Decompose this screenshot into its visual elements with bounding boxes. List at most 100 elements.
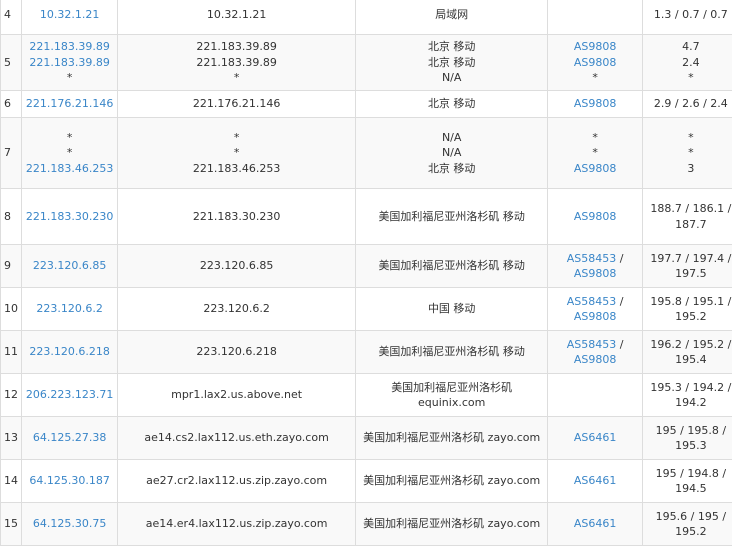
hop-number: 7 <box>4 146 11 159</box>
asn-line: AS9808 <box>548 309 641 325</box>
asn-cell: AS6461 <box>548 503 642 546</box>
hop-number: 11 <box>4 345 18 358</box>
location-cell: 局域网 <box>355 0 548 35</box>
ip-cell: 221.183.39.89221.183.39.89* <box>22 35 118 91</box>
rtt-value: 195.4 <box>643 352 732 368</box>
asn-link[interactable]: AS9808 <box>548 96 641 112</box>
hop-number-cell: 6 <box>1 91 22 118</box>
ip-link[interactable]: 10.32.1.21 <box>22 7 117 23</box>
rtt-value: * <box>643 70 732 86</box>
hop-number-cell: 11 <box>1 331 22 374</box>
hop-number: 4 <box>4 8 11 21</box>
rtt-value: 195.3 <box>643 438 732 454</box>
rtt-cell: 2.9 / 2.6 / 2.4 <box>642 91 732 118</box>
hostname-cell: 223.120.6.218 <box>118 331 356 374</box>
asn-cell: AS6461 <box>548 417 642 460</box>
ip-link[interactable]: 221.183.30.230 <box>22 209 117 225</box>
ip-link[interactable]: 223.120.6.2 <box>22 301 117 317</box>
hop-number-cell: 15 <box>1 503 22 546</box>
asn-cell <box>548 0 642 35</box>
asn-cell: AS9808 <box>548 91 642 118</box>
location: 美国加利福尼亚州洛杉矶 zayo.com <box>356 473 548 489</box>
asn-link[interactable]: AS9808 <box>574 353 617 366</box>
ip-link[interactable]: 64.125.30.187 <box>22 473 117 489</box>
hostname: 221.183.46.253 <box>118 161 355 177</box>
ip-link[interactable]: 206.223.123.71 <box>22 387 117 403</box>
ip-link[interactable]: 223.120.6.85 <box>22 258 117 274</box>
asn-link[interactable]: AS9808 <box>548 209 641 225</box>
location: 北京 移动 <box>356 55 548 71</box>
asn-link[interactable]: AS6461 <box>548 516 641 532</box>
hop-row: 12206.223.123.71mpr1.lax2.us.above.net美国… <box>1 374 732 417</box>
hostname: 223.120.6.2 <box>118 301 355 317</box>
asn-timeout: * <box>548 70 641 86</box>
asn-link[interactable]: AS58453 <box>567 295 617 308</box>
location: 局域网 <box>356 7 548 23</box>
hop-row: 1364.125.27.38ae14.cs2.lax112.us.eth.zay… <box>1 417 732 460</box>
ip-cell: 223.120.6.85 <box>22 245 118 288</box>
ip-link[interactable]: 64.125.30.75 <box>22 516 117 532</box>
asn-link[interactable]: AS9808 <box>548 55 641 71</box>
location-cell: 美国加利福尼亚州洛杉矶 移动 <box>355 189 548 245</box>
asn-link[interactable]: AS58453 <box>567 252 617 265</box>
hop-number-cell: 10 <box>1 288 22 331</box>
ip-cell: 221.176.21.146 <box>22 91 118 118</box>
ip-cell: 206.223.123.71 <box>22 374 118 417</box>
rtt-value: 2.4 <box>643 55 732 71</box>
location-cell: 美国加利福尼亚州洛杉矶 移动 <box>355 331 548 374</box>
asn-link[interactable]: AS6461 <box>548 430 641 446</box>
rtt-value: 195.2 <box>643 524 732 540</box>
ip-link[interactable]: 221.183.39.89 <box>22 39 117 55</box>
rtt-value: 3 <box>643 161 732 177</box>
ip-cell: **221.183.46.253 <box>22 118 118 189</box>
rtt-value: 187.7 <box>643 217 732 233</box>
ip-cell: 223.120.6.218 <box>22 331 118 374</box>
hop-number-cell: 7 <box>1 118 22 189</box>
hop-number-cell: 9 <box>1 245 22 288</box>
ip-link[interactable]: 221.183.46.253 <box>22 161 117 177</box>
location: 美国加利福尼亚州洛杉矶 移动 <box>356 209 548 225</box>
location-cell: 中国 移动 <box>355 288 548 331</box>
rtt-cell: **3 <box>642 118 732 189</box>
hop-number-cell: 8 <box>1 189 22 245</box>
ip-link[interactable]: 64.125.27.38 <box>22 430 117 446</box>
hostname-cell: ae14.cs2.lax112.us.eth.zayo.com <box>118 417 356 460</box>
asn-link[interactable]: AS58453 <box>567 338 617 351</box>
rtt-cell: 4.72.4* <box>642 35 732 91</box>
hop-number: 9 <box>4 259 11 272</box>
hostname: mpr1.lax2.us.above.net <box>118 387 355 403</box>
rtt-value: 196.2 / 195.2 / <box>643 337 732 353</box>
asn-link[interactable]: AS6461 <box>548 473 641 489</box>
asn-cell: AS58453 /AS9808 <box>548 288 642 331</box>
traceroute-table-body: 410.32.1.2110.32.1.21局域网1.3 / 0.7 / 0.75… <box>1 0 732 546</box>
ip-cell: 223.120.6.2 <box>22 288 118 331</box>
hostname-cell: 223.120.6.2 <box>118 288 356 331</box>
rtt-value: 194.2 <box>643 395 732 411</box>
asn-timeout: * <box>548 130 641 146</box>
asn-link[interactable]: AS9808 <box>574 267 617 280</box>
rtt-value: 195 / 195.8 / <box>643 423 732 439</box>
hop-number-cell: 12 <box>1 374 22 417</box>
ip-link[interactable]: 221.176.21.146 <box>22 96 117 112</box>
location: 美国加利福尼亚州洛杉矶 zayo.com <box>356 430 548 446</box>
asn-line: AS9808 <box>548 352 641 368</box>
rtt-value: 195.3 / 194.2 / <box>643 380 732 396</box>
hop-number: 15 <box>4 517 18 530</box>
asn-cell: AS58453 /AS9808 <box>548 331 642 374</box>
hostname-cell: 221.176.21.146 <box>118 91 356 118</box>
asn-cell: **AS9808 <box>548 118 642 189</box>
ip-link[interactable]: 223.120.6.218 <box>22 344 117 360</box>
asn-link[interactable]: AS9808 <box>548 161 641 177</box>
hostname-cell: 221.183.30.230 <box>118 189 356 245</box>
hop-number: 12 <box>4 388 18 401</box>
hostname: 10.32.1.21 <box>118 7 355 23</box>
ip-cell: 64.125.30.187 <box>22 460 118 503</box>
hop-row: 8221.183.30.230221.183.30.230美国加利福尼亚州洛杉矶… <box>1 189 732 245</box>
asn-cell: AS6461 <box>548 460 642 503</box>
asn-link[interactable]: AS9808 <box>548 39 641 55</box>
asn-link[interactable]: AS9808 <box>574 310 617 323</box>
hostname-cell: 10.32.1.21 <box>118 0 356 35</box>
hostname: 223.120.6.218 <box>118 344 355 360</box>
ip-link[interactable]: 221.183.39.89 <box>22 55 117 71</box>
rtt-value: 195.2 <box>643 309 732 325</box>
